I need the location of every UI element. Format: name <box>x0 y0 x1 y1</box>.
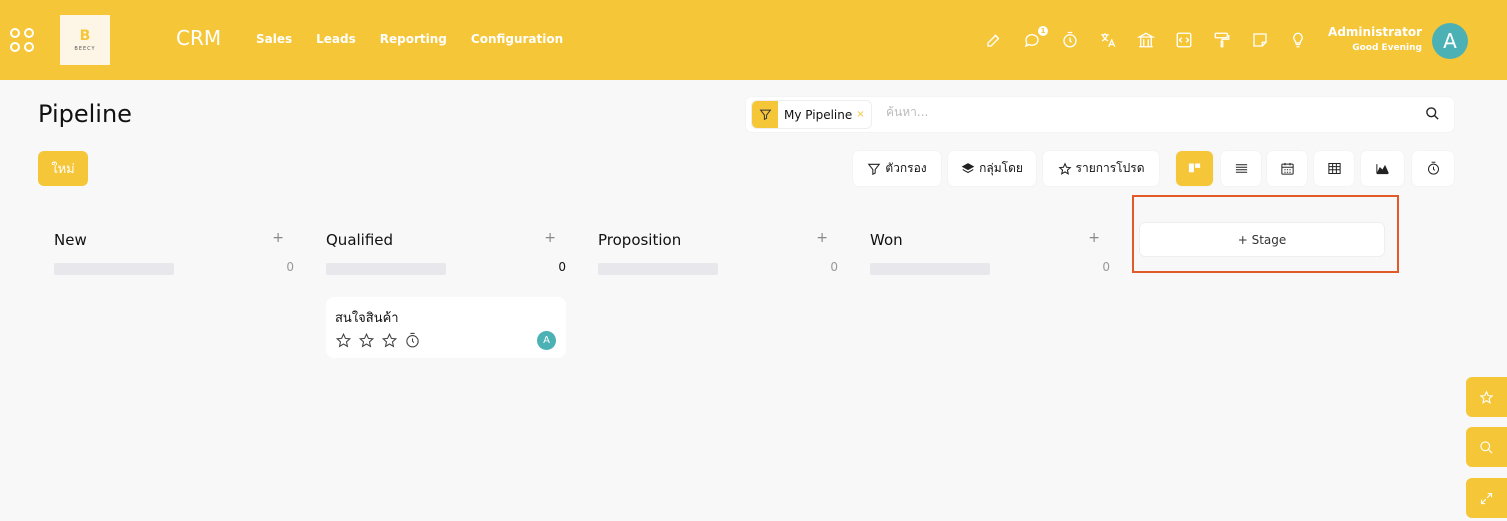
column-quick-add-icon[interactable]: + <box>1088 230 1100 246</box>
column-quick-add-icon[interactable]: + <box>272 230 284 246</box>
layers-icon <box>961 162 975 173</box>
search-bar: My Pipeline × <box>746 97 1454 132</box>
apps-menu-icon[interactable] <box>10 28 36 54</box>
paint-roller-icon[interactable] <box>1212 30 1232 50</box>
facet-remove-icon[interactable]: × <box>856 109 870 120</box>
expand-icon <box>1480 492 1493 504</box>
card-avatar[interactable]: A <box>537 331 556 350</box>
favorites-label: รายการโปรด <box>1075 161 1145 175</box>
note-icon[interactable] <box>1250 30 1270 50</box>
search-facet[interactable]: My Pipeline × <box>751 100 872 129</box>
star-icon <box>1058 161 1072 175</box>
kanban-icon <box>1188 163 1201 173</box>
column-quick-add-icon[interactable]: + <box>544 230 556 246</box>
list-icon <box>1235 164 1247 173</box>
filter-button[interactable]: ตัวกรอง <box>853 151 941 186</box>
column-count: 0 <box>286 260 294 274</box>
calendar-icon <box>1280 162 1294 175</box>
facet-label: My Pipeline <box>784 107 853 122</box>
list-view-button[interactable] <box>1221 151 1261 186</box>
column-progress-bar[interactable] <box>870 263 990 275</box>
filter-icon <box>752 101 778 128</box>
column-progress-bar[interactable] <box>598 263 718 275</box>
menu-leads[interactable]: Leads <box>316 32 356 46</box>
timer-icon[interactable] <box>1060 30 1080 50</box>
main-menu: Sales Leads Reporting Configuration <box>256 32 587 46</box>
column-quick-add-icon[interactable]: + <box>816 230 828 246</box>
column-count: 0 <box>558 260 566 274</box>
table-icon <box>1327 163 1341 174</box>
search-input[interactable] <box>886 105 1386 119</box>
company-logo[interactable]: B BEECY <box>60 15 110 65</box>
user-name[interactable]: Administrator <box>1328 25 1422 39</box>
kanban-card[interactable]: สนใจสินค้า A <box>326 297 566 358</box>
priority-star-icon[interactable] <box>335 332 352 349</box>
add-stage-button[interactable]: + Stage <box>1139 222 1385 257</box>
column-count: 0 <box>1102 260 1110 274</box>
column-progress-bar[interactable] <box>54 263 174 275</box>
user-greeting: Good Evening <box>1352 43 1422 53</box>
code-icon[interactable] <box>1174 30 1194 50</box>
side-favorite-button[interactable] <box>1466 377 1507 417</box>
lightbulb-icon[interactable] <box>1288 30 1308 50</box>
menu-reporting[interactable]: Reporting <box>380 32 447 46</box>
column-title: Qualified <box>326 231 394 249</box>
menu-sales[interactable]: Sales <box>256 32 292 46</box>
logo-letter: B <box>79 27 91 44</box>
menu-configuration[interactable]: Configuration <box>471 32 563 46</box>
area-chart-icon <box>1376 164 1389 175</box>
clock-icon <box>1427 161 1439 175</box>
calendar-view-button[interactable] <box>1267 151 1307 186</box>
message-count-badge: 1 <box>1038 26 1048 36</box>
page-title: Pipeline <box>38 100 132 128</box>
column-title: New <box>54 231 87 249</box>
group-by-label: กลุ่มโดย <box>979 161 1023 175</box>
kanban-view-button[interactable] <box>1176 151 1213 186</box>
pivot-view-button[interactable] <box>1314 151 1354 186</box>
column-count: 0 <box>830 260 838 274</box>
column-title: Proposition <box>598 231 682 249</box>
priority-star-icon[interactable] <box>381 332 398 349</box>
logo-text: BEECY <box>74 45 96 52</box>
search-icon <box>1480 440 1493 454</box>
top-navbar: B BEECY CRM Sales Leads Reporting Config… <box>0 0 1507 80</box>
edit-icon[interactable] <box>984 30 1004 50</box>
filter-label: ตัวกรอง <box>885 161 927 175</box>
app-title[interactable]: CRM <box>176 26 221 50</box>
filter-icon <box>868 163 881 175</box>
new-button[interactable]: ใหม่ <box>38 151 88 186</box>
search-icon[interactable] <box>1425 106 1440 121</box>
chat-icon[interactable]: 1 <box>1022 26 1048 50</box>
translate-icon[interactable] <box>1098 30 1118 50</box>
activity-clock-icon[interactable] <box>404 332 421 349</box>
favorites-button[interactable]: รายการโปรด <box>1043 151 1159 186</box>
bank-icon[interactable] <box>1136 30 1156 50</box>
user-avatar[interactable]: A <box>1432 23 1468 59</box>
card-priority <box>335 332 427 349</box>
column-title: Won <box>870 231 903 249</box>
systray: 1 <box>984 26 1326 50</box>
graph-view-button[interactable] <box>1361 151 1404 186</box>
side-expand-button[interactable] <box>1466 478 1507 518</box>
activity-view-button[interactable] <box>1412 151 1454 186</box>
priority-star-icon[interactable] <box>358 332 375 349</box>
side-search-button[interactable] <box>1466 427 1507 467</box>
card-title: สนใจสินค้า <box>335 311 399 326</box>
star-icon <box>1479 390 1494 404</box>
column-progress-bar[interactable] <box>326 263 446 275</box>
group-by-button[interactable]: กลุ่มโดย <box>948 151 1036 186</box>
